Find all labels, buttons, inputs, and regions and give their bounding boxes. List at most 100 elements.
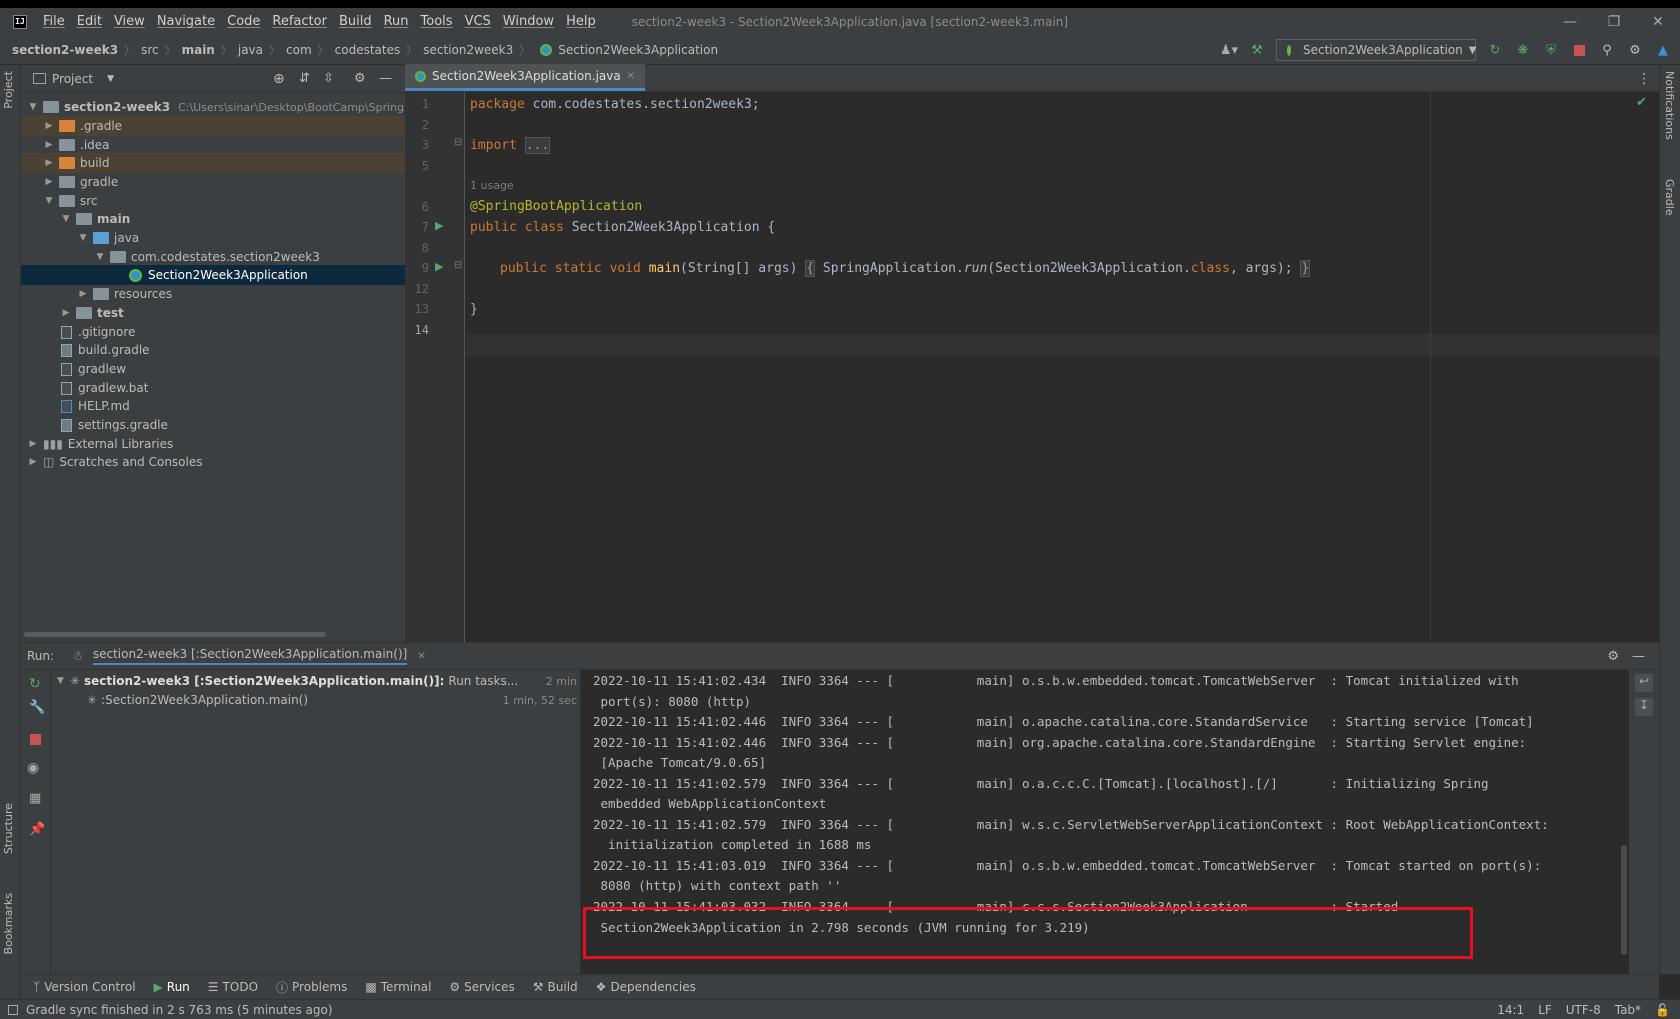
hide-panel-icon[interactable]: — [379, 71, 392, 86]
fold-icon[interactable]: ⊟ [454, 260, 462, 271]
code-line-9[interactable]: public static void main(String[] args) {… [500, 260, 1311, 277]
debug-icon[interactable]: ❋ [1514, 41, 1532, 59]
hide-run-panel-icon[interactable]: — [1632, 649, 1645, 664]
project-horizontal-scrollbar[interactable] [24, 632, 326, 637]
run-gutter-icon[interactable]: ▶ [435, 260, 443, 273]
tree-item-build[interactable]: ▶ build [21, 153, 405, 173]
scroll-to-end-icon[interactable]: ↧ [1635, 698, 1653, 716]
tool-tab-problems[interactable]: ⓘ Problems [276, 979, 347, 996]
run-task-child[interactable]: ✳ :Section2Week3Application.main() 1 min… [87, 693, 577, 707]
expand-all-icon[interactable]: ⇵ [299, 71, 310, 86]
close-icon[interactable]: ✕ [1636, 14, 1680, 30]
file-encoding[interactable]: UTF-8 [1566, 1003, 1601, 1017]
tree-item-external-libraries[interactable]: ▶ ▮▮▮ External Libraries [21, 434, 405, 454]
run-task-root[interactable]: ▼ ✳ section2-week3 [:Section2Week3Applic… [57, 674, 577, 688]
chevron-down-icon[interactable]: ▼ [107, 74, 114, 84]
menu-help[interactable]: Help [566, 14, 604, 29]
fold-icon[interactable]: ⊟ [454, 137, 462, 148]
rerun-icon[interactable]: ↻ [1486, 41, 1504, 59]
breadcrumb-com[interactable]: com [286, 43, 312, 57]
bookmarks-tool-tab[interactable]: Bookmarks [2, 893, 15, 954]
menu-tools[interactable]: Tools [421, 14, 461, 29]
menu-edit[interactable]: Edit [77, 14, 110, 29]
build-hammer-icon[interactable]: ⚒ [1248, 41, 1266, 59]
tree-item-help-md[interactable]: HELP.md [21, 396, 405, 416]
jetbrains-logo-icon[interactable]: ▲ [1654, 41, 1672, 59]
structure-tool-tab[interactable]: Structure [2, 803, 15, 854]
locate-icon[interactable]: ⊕ [273, 71, 285, 87]
breadcrumb-project[interactable]: section2-week3 [12, 43, 118, 57]
project-tool-tab[interactable]: Project [2, 71, 15, 109]
breadcrumb-src[interactable]: src [141, 43, 159, 57]
intellij-logo-icon[interactable]: IJ [13, 14, 27, 29]
soft-wrap-icon[interactable]: ↩ [1635, 674, 1653, 692]
tree-item-gradle[interactable]: ▶ gradle [21, 172, 405, 192]
usage-hint[interactable]: 1 usage [470, 179, 514, 192]
breadcrumb-section2week3[interactable]: section2week3 [423, 43, 513, 57]
breadcrumb-java[interactable]: java [238, 43, 263, 57]
tool-tab-run[interactable]: ▶ Run [154, 980, 190, 994]
code-line-6[interactable]: @SpringBootApplication [470, 199, 642, 214]
notifications-tool-tab[interactable]: Notifications [1663, 71, 1676, 140]
coverage-icon[interactable]: ⛨ [1542, 41, 1560, 59]
tool-tab-terminal[interactable]: ▩ Terminal [365, 980, 431, 994]
user-icon[interactable]: ♟▾ [1220, 41, 1238, 59]
tree-item-main[interactable]: ▼ main [21, 209, 405, 229]
run-gutter-icon[interactable]: ▶ [435, 219, 443, 232]
code-line-1[interactable]: package com.codestates.section2week3; [470, 97, 760, 112]
tree-item-src[interactable]: ▼ src [21, 191, 405, 211]
code-line-7[interactable]: public class Section2Week3Application { [470, 220, 775, 235]
collapse-all-icon[interactable]: ⇳ [323, 71, 334, 86]
close-tab-icon[interactable]: ✕ [627, 71, 635, 82]
tree-item-gradlew-bat[interactable]: gradlew.bat [21, 378, 405, 398]
menu-vcs[interactable]: VCS [465, 14, 499, 29]
stop-icon[interactable] [1570, 41, 1588, 59]
pin-icon[interactable]: 📌 [29, 822, 45, 837]
line-separator[interactable]: LF [1538, 1003, 1552, 1017]
breadcrumb-class[interactable]: Section2Week3Application [558, 43, 718, 57]
menu-navigate[interactable]: Navigate [157, 14, 223, 29]
tree-item-gradlew[interactable]: gradlew [21, 359, 405, 379]
console-scrollbar[interactable] [1621, 845, 1627, 955]
wrench-icon[interactable]: 🔧 [29, 700, 45, 715]
caret-position[interactable]: 14:1 [1497, 1003, 1524, 1017]
code-line-3[interactable]: import ... [470, 137, 551, 154]
rerun-icon[interactable]: ↻ [29, 676, 41, 692]
gradle-tool-tab[interactable]: Gradle [1663, 179, 1676, 216]
tree-item-gitignore[interactable]: .gitignore [21, 322, 405, 342]
tree-item-resources[interactable]: ▶ resources [21, 284, 405, 304]
tool-tab-build[interactable]: ⚒ Build [533, 980, 578, 994]
breadcrumb-main[interactable]: main [182, 43, 215, 57]
tree-item-scratches[interactable]: ▶ ◫ Scratches and Consoles [21, 452, 405, 472]
options-gear-icon[interactable]: ⚙ [354, 71, 366, 86]
run-tab[interactable]: section2-week3 [:Section2Week3Applicatio… [92, 647, 408, 665]
run-configuration-select[interactable]: Section2Week3Application ▼ [1276, 39, 1476, 61]
tree-item-package[interactable]: ▼ com.codestates.section2week3 [21, 247, 405, 267]
tree-item-java[interactable]: ▼ java [21, 228, 405, 248]
tree-item-application-class[interactable]: Section2Week3Application [21, 265, 405, 285]
tool-tab-todo[interactable]: ☰ TODO [208, 980, 258, 994]
code-line-13[interactable]: } [470, 302, 478, 317]
search-icon[interactable]: ⚲ [1598, 41, 1616, 59]
status-panel-icon[interactable] [8, 1004, 18, 1015]
menu-view[interactable]: View [114, 14, 153, 29]
console-output[interactable]: 2022-10-11 15:41:02.434 INFO 3364 --- [ … [581, 670, 1629, 975]
menu-run[interactable]: Run [384, 14, 417, 29]
tree-item-test[interactable]: ▶ test [21, 303, 405, 323]
tool-tab-version-control[interactable]: ᛉ Version Control [33, 980, 136, 994]
folded-imports[interactable]: ... [524, 137, 551, 154]
breadcrumb-codestates[interactable]: codestates [335, 43, 401, 57]
minimize-icon[interactable]: — [1548, 14, 1592, 30]
menu-window[interactable]: Window [503, 14, 562, 29]
lock-icon[interactable]: 🔓 [1655, 1003, 1670, 1017]
menu-code[interactable]: Code [227, 14, 268, 29]
tree-item-gradle-cache[interactable]: ▶ .gradle [21, 116, 405, 136]
project-panel-title[interactable]: Project [52, 72, 93, 86]
tool-tab-services[interactable]: ⚙ Services [449, 980, 514, 994]
close-run-tab-icon[interactable]: ✕ [417, 651, 425, 662]
menu-build[interactable]: Build [339, 14, 380, 29]
menu-refactor[interactable]: Refactor [272, 14, 335, 29]
tool-tab-dependencies[interactable]: ❖ Dependencies [596, 980, 696, 994]
tree-item-idea[interactable]: ▶ .idea [21, 135, 405, 155]
menu-file[interactable]: File [43, 14, 73, 29]
